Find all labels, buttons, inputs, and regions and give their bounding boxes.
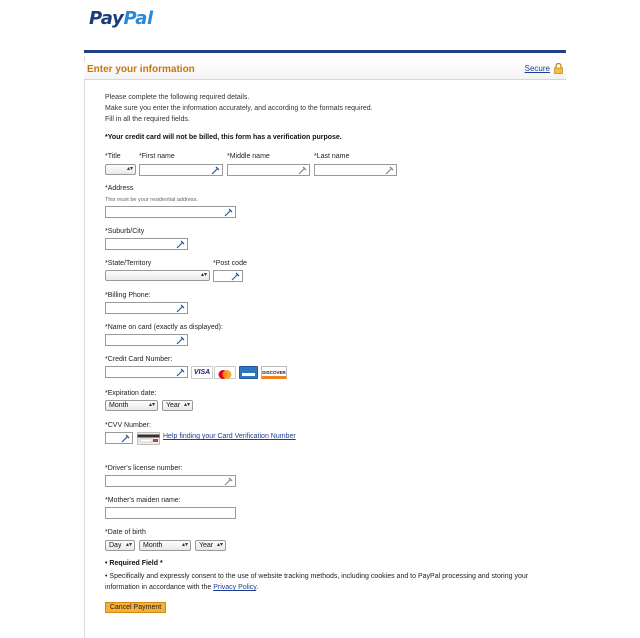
top-divider-bar bbox=[84, 50, 566, 53]
select-arrow-icon: ▴▾ bbox=[181, 542, 188, 548]
first-name-label: *First name bbox=[139, 153, 175, 160]
name-on-card-label: *Name on card (exactly as displayed): bbox=[105, 324, 223, 331]
autofill-key-icon bbox=[224, 477, 233, 486]
intro-text: Please complete the following required d… bbox=[105, 92, 373, 125]
consent-text-block: • Specifically and expressly consent to … bbox=[105, 573, 529, 591]
autofill-key-icon bbox=[176, 304, 185, 313]
consent-text: Specifically and expressly consent to th… bbox=[105, 573, 529, 591]
maiden-name-label: *Mother's maiden name: bbox=[105, 497, 181, 504]
visa-card-icon: VISA bbox=[191, 366, 213, 379]
expiration-label: *Expiration date: bbox=[105, 390, 157, 397]
autofill-key-icon bbox=[224, 208, 233, 217]
cvv-help-link[interactable]: Help finding your Card Verification Numb… bbox=[163, 433, 296, 440]
verification-warning: *Your credit card will not be billed, th… bbox=[105, 134, 342, 141]
discover-card-icon: DISCOVER bbox=[261, 366, 287, 379]
dob-year-select[interactable]: Year ▴▾ bbox=[195, 540, 226, 551]
exp-month-select[interactable]: Month ▴▾ bbox=[105, 400, 158, 411]
post-code-label: *Post code bbox=[213, 260, 247, 267]
dob-label: *Date of birth bbox=[105, 529, 146, 536]
title-select[interactable]: ▴▾ bbox=[105, 164, 136, 175]
select-arrow-icon: ▴▾ bbox=[200, 272, 207, 278]
card-number-label: *Credit Card Number: bbox=[105, 356, 173, 363]
mastercard-icon bbox=[214, 366, 236, 379]
license-input[interactable] bbox=[105, 475, 236, 487]
last-name-input[interactable] bbox=[314, 164, 397, 176]
dob-day-value: Day bbox=[109, 542, 122, 549]
last-name-label: *Last name bbox=[314, 153, 350, 160]
first-name-input[interactable] bbox=[139, 164, 223, 176]
billing-phone-input[interactable] bbox=[105, 302, 188, 314]
autofill-key-icon bbox=[176, 336, 185, 345]
autofill-key-icon bbox=[231, 272, 240, 281]
middle-name-label: *Middle name bbox=[227, 153, 270, 160]
secure-link[interactable]: Secure bbox=[525, 64, 550, 73]
middle-name-input[interactable] bbox=[227, 164, 310, 176]
dob-year-value: Year bbox=[199, 542, 214, 549]
intro-line-2: Make sure you enter the information accu… bbox=[105, 105, 373, 112]
state-label: *State/Territory bbox=[105, 260, 152, 267]
suburb-label: *Suburb/City bbox=[105, 228, 145, 235]
cvv-label: *CVV Number: bbox=[105, 422, 151, 429]
cvv-input[interactable] bbox=[105, 432, 133, 444]
select-arrow-icon: ▴▾ bbox=[183, 402, 190, 408]
state-select[interactable]: ▴▾ bbox=[105, 270, 210, 281]
autofill-key-icon bbox=[385, 166, 394, 175]
intro-line-3: Fill in all the required fields. bbox=[105, 116, 190, 123]
section-title: Enter your information bbox=[87, 64, 195, 75]
billing-phone-label: *Billing Phone: bbox=[105, 292, 151, 299]
select-arrow-icon: ▴▾ bbox=[148, 402, 155, 408]
address-hint: This must be your residential address. bbox=[105, 197, 198, 203]
autofill-key-icon bbox=[298, 166, 307, 175]
amex-card-icon bbox=[239, 366, 258, 379]
paypal-logo: PayPal bbox=[89, 8, 153, 29]
autofill-key-icon bbox=[121, 434, 130, 443]
exp-month-value: Month bbox=[109, 402, 129, 409]
suburb-input[interactable] bbox=[105, 238, 188, 250]
dob-day-select[interactable]: Day ▴▾ bbox=[105, 540, 135, 551]
address-input[interactable] bbox=[105, 206, 236, 218]
required-field-text: Required Field * bbox=[109, 560, 163, 567]
dob-month-select[interactable]: Month ▴▾ bbox=[139, 540, 191, 551]
select-arrow-icon: ▴▾ bbox=[125, 542, 132, 548]
logo-part-2: Pal bbox=[123, 8, 153, 29]
card-back-icon bbox=[137, 432, 160, 445]
name-on-card-input[interactable] bbox=[105, 334, 188, 346]
cancel-payment-button[interactable]: Cancel Payment bbox=[105, 602, 166, 613]
autofill-key-icon bbox=[176, 240, 185, 249]
lock-icon bbox=[554, 63, 563, 74]
exp-year-select[interactable]: Year ▴▾ bbox=[162, 400, 193, 411]
dob-month-value: Month bbox=[143, 542, 163, 549]
exp-year-value: Year bbox=[166, 402, 181, 409]
autofill-key-icon bbox=[176, 368, 185, 377]
autofill-key-icon bbox=[211, 166, 220, 175]
card-number-input[interactable] bbox=[105, 366, 188, 378]
intro-line-1: Please complete the following required d… bbox=[105, 94, 250, 101]
privacy-policy-link[interactable]: Privacy Policy bbox=[213, 584, 256, 591]
select-arrow-icon: ▴▾ bbox=[216, 542, 223, 548]
select-arrow-icon: ▴▾ bbox=[126, 166, 133, 172]
logo-part-1: Pay bbox=[89, 8, 124, 29]
section-header: Enter your information Secure bbox=[84, 62, 566, 80]
post-code-input[interactable] bbox=[213, 270, 243, 282]
title-label: *Title bbox=[105, 153, 121, 160]
license-label: *Driver's license number: bbox=[105, 465, 183, 472]
required-field-note: • Required Field * bbox=[105, 560, 163, 567]
maiden-name-input[interactable] bbox=[105, 507, 236, 519]
address-label: *Address bbox=[105, 185, 134, 192]
